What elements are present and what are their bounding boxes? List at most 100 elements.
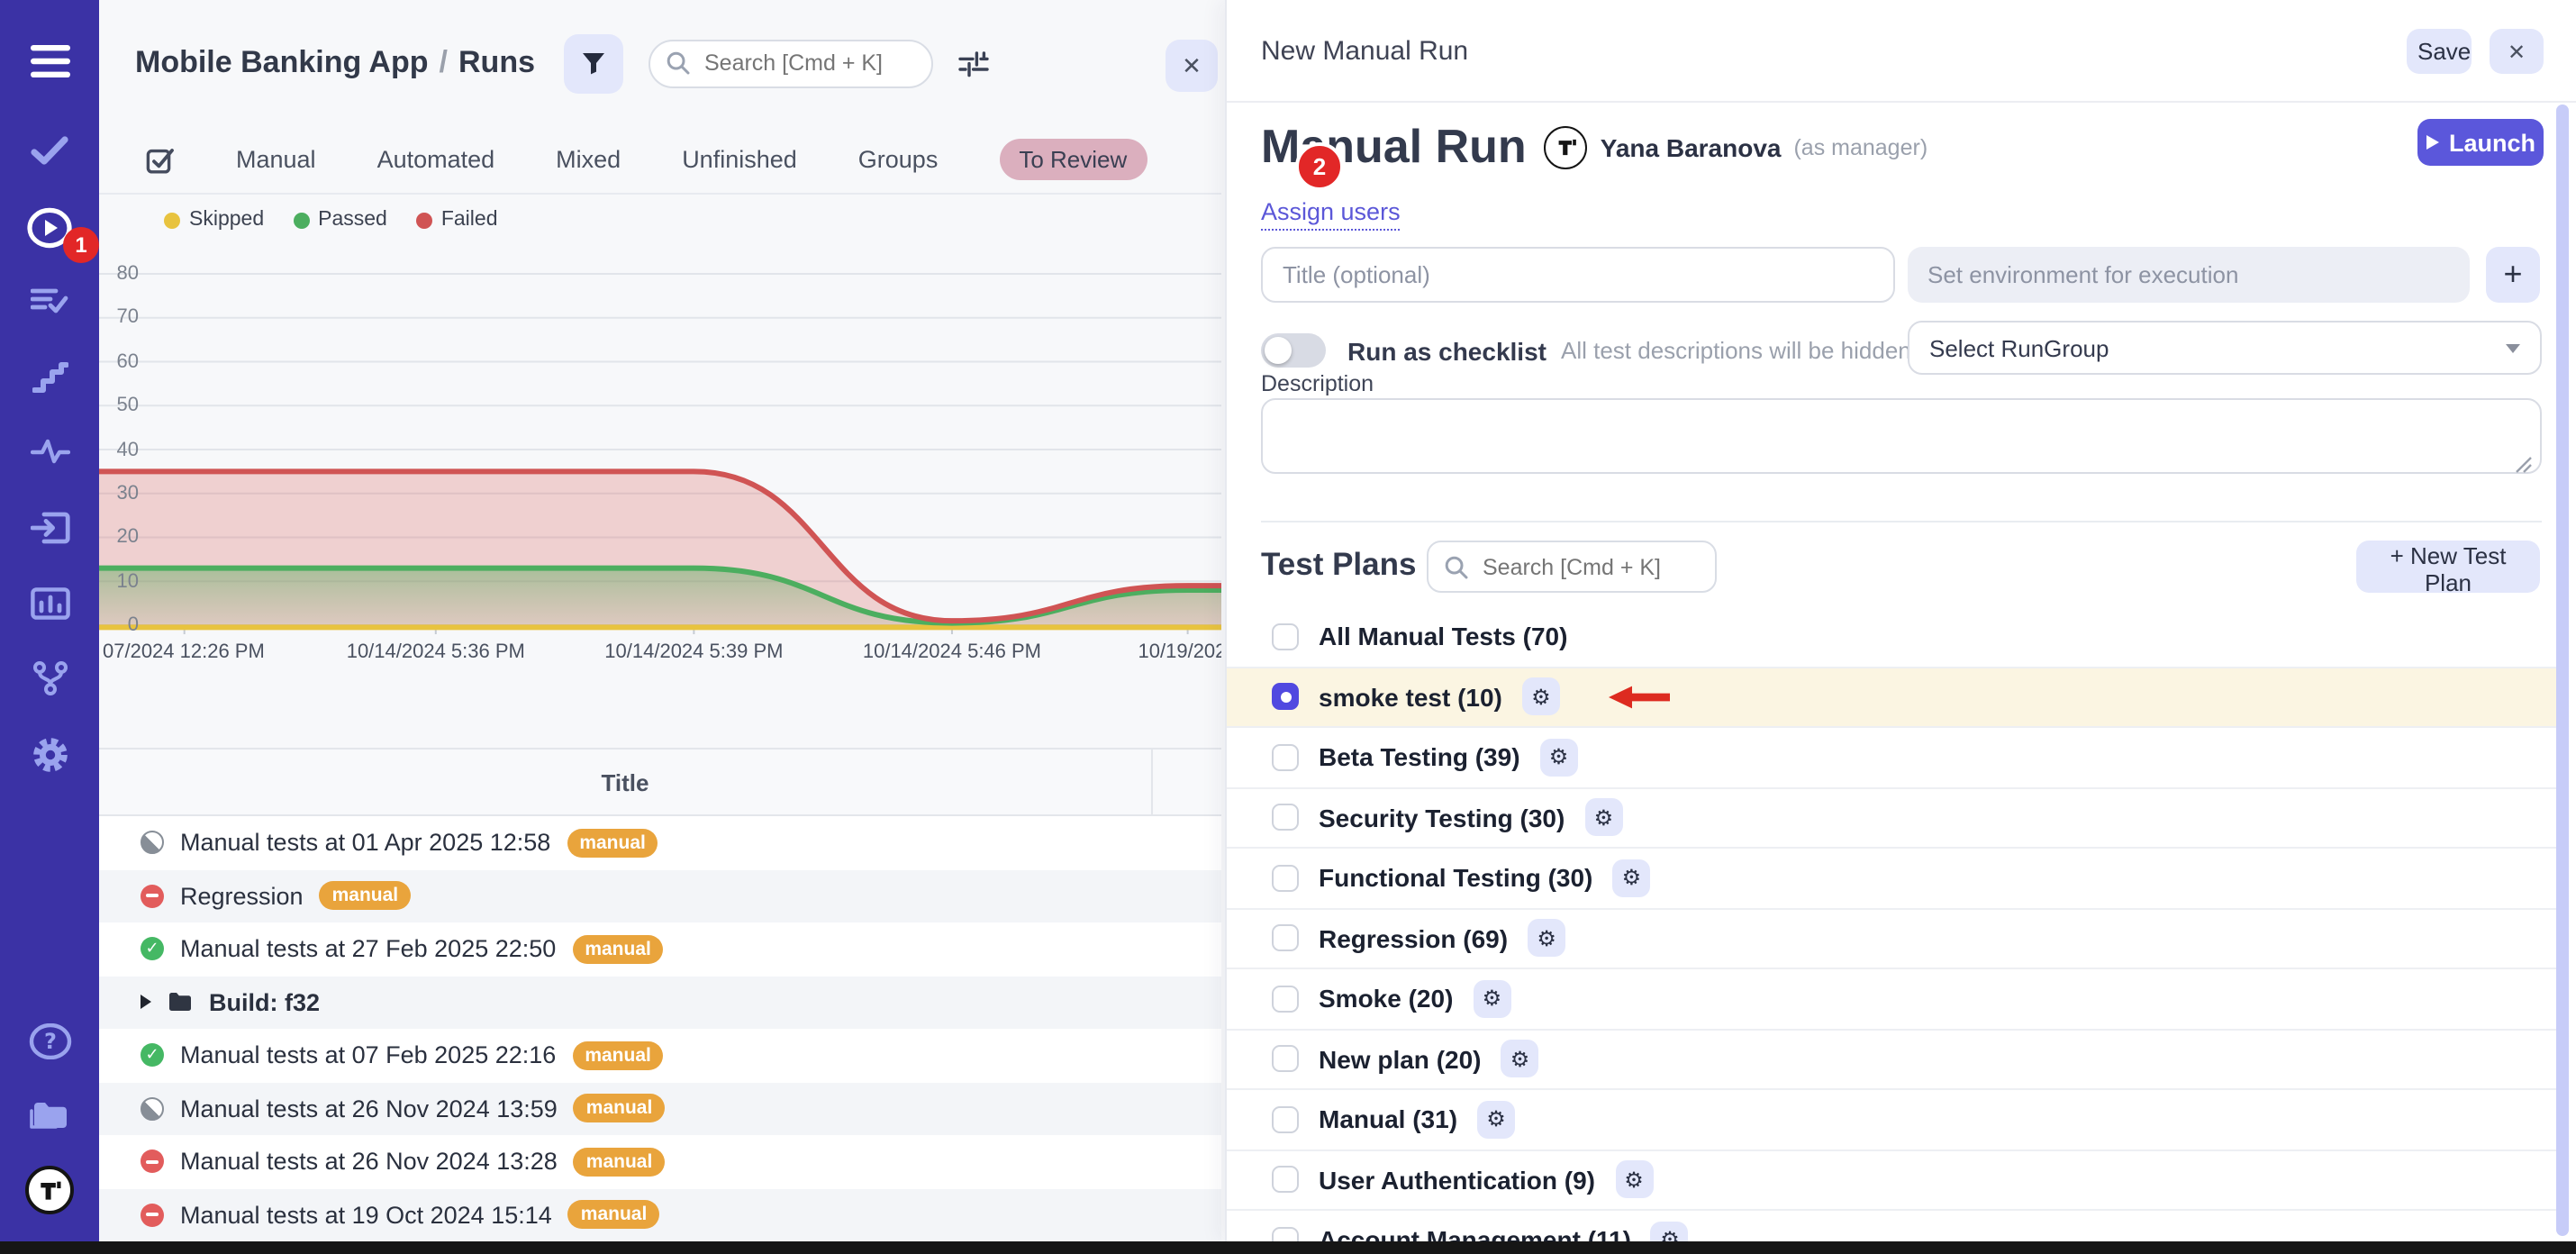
table-row[interactable]: ✓ Manual tests at 27 Feb 2025 22:50 manu… [99, 922, 1221, 976]
plan-settings-button[interactable]: ⚙ [1528, 920, 1565, 958]
sliders-icon [958, 50, 989, 77]
runs-table-header: Title [99, 748, 1221, 816]
run-as-checklist-toggle[interactable] [1261, 333, 1326, 368]
checklist-hint: All test descriptions will be hidden [1561, 337, 1911, 364]
assign-users-link[interactable]: Assign users [1261, 198, 1401, 231]
sidebar: ? [0, 0, 99, 1241]
plan-checkbox[interactable] [1272, 1227, 1299, 1242]
plan-settings-button[interactable]: ⚙ [1477, 1101, 1515, 1139]
divider [1261, 521, 2542, 522]
rungroup-select[interactable]: Select RunGroup [1908, 321, 2542, 375]
sidebar-item-tests[interactable] [0, 124, 99, 175]
plan-checkbox[interactable] [1272, 865, 1299, 892]
run-title: Manual tests at 26 Nov 2024 13:28 [180, 1149, 558, 1176]
stairs-icon [32, 361, 68, 392]
checklist-row: Run as checklist All test descriptions w… [1261, 333, 1911, 368]
sidebar-item-pulse[interactable] [0, 425, 99, 476]
sidebar-item-settings[interactable] [0, 730, 99, 780]
tab-groups[interactable]: Groups [858, 146, 939, 173]
plan-checkbox[interactable] [1272, 925, 1299, 952]
status-progress-icon [141, 831, 164, 855]
legend-dot [416, 212, 432, 228]
plan-checkbox[interactable] [1272, 744, 1299, 771]
runs-search-input[interactable] [649, 39, 933, 87]
save-button[interactable]: Save [2407, 29, 2472, 74]
table-row-folder[interactable]: Build: f32 [99, 976, 1221, 1029]
new-test-plan-button[interactable]: + New Test Plan [2356, 541, 2540, 593]
run-title-input[interactable] [1261, 247, 1895, 303]
table-row[interactable]: ✓ Manual tests at 07 Feb 2025 22:16 manu… [99, 1029, 1221, 1082]
filter-button[interactable] [564, 33, 623, 93]
test-plans-search [1427, 541, 1717, 593]
test-plan-row[interactable]: Security Testing (30) ⚙ [1227, 788, 2563, 849]
breadcrumb-project[interactable]: Mobile Banking App [135, 45, 429, 81]
sidebar-item-menu[interactable] [0, 36, 99, 86]
sidebar-item-analytics[interactable] [0, 578, 99, 629]
launch-button[interactable]: Launch [2417, 119, 2544, 166]
sidebar-item-projects[interactable] [0, 1090, 99, 1140]
test-plan-row[interactable]: Regression (69) ⚙ [1227, 909, 2563, 969]
owner-role: (as manager) [1793, 134, 1927, 159]
plan-checkbox[interactable] [1272, 986, 1299, 1013]
test-plan-row[interactable]: Manual (31) ⚙ [1227, 1090, 2563, 1150]
legend-item-passed: Passed [293, 209, 387, 231]
tab-mixed[interactable]: Mixed [556, 146, 621, 173]
plan-settings-button[interactable]: ⚙ [1615, 1161, 1653, 1199]
plan-settings-button[interactable]: ⚙ [1522, 678, 1560, 716]
sidebar-item-help[interactable]: ? [0, 1016, 99, 1067]
sidebar-item-steps[interactable] [0, 351, 99, 402]
y-tick-label: 60 [99, 351, 139, 373]
table-row[interactable]: Manual tests at 01 Apr 2025 12:58 manual [99, 816, 1221, 869]
drawer-close-button[interactable]: ✕ [2490, 29, 2544, 74]
plan-settings-button[interactable]: ⚙ [1651, 1222, 1689, 1242]
test-plan-row[interactable]: Smoke (20) ⚙ [1227, 969, 2563, 1030]
plan-checkbox[interactable] [1272, 1046, 1299, 1073]
plan-checkbox[interactable] [1272, 1106, 1299, 1133]
sidebar-item-logo[interactable] [0, 1164, 99, 1214]
sidebar-item-branches[interactable] [0, 652, 99, 703]
chevron-down-icon [2506, 343, 2520, 352]
tab-automated[interactable]: Automated [377, 146, 495, 173]
test-plan-row[interactable]: Functional Testing (30) ⚙ [1227, 849, 2563, 909]
folder-icon [29, 1099, 70, 1131]
plan-settings-button[interactable]: ⚙ [1612, 859, 1650, 897]
tab-unfinished[interactable]: Unfinished [682, 146, 797, 173]
table-row[interactable]: Regression manual [99, 869, 1221, 922]
test-plan-row[interactable]: Account Management (11) ⚙ [1227, 1211, 2563, 1241]
test-plan-row[interactable]: New plan (20) ⚙ [1227, 1030, 2563, 1090]
test-plan-row[interactable]: User Authentication (9) ⚙ [1227, 1150, 2563, 1211]
plan-settings-button[interactable]: ⚙ [1501, 1040, 1539, 1078]
plan-checkbox[interactable] [1272, 804, 1299, 831]
plan-settings-button[interactable]: ⚙ [1540, 739, 1578, 777]
tab-manual[interactable]: Manual [236, 146, 316, 173]
test-plans-search-input[interactable] [1427, 541, 1717, 593]
view-settings-button[interactable] [958, 50, 989, 77]
add-environment-button[interactable]: + [2486, 247, 2540, 303]
tab-to-review[interactable]: To Review [999, 139, 1147, 180]
run-type-badge: manual [567, 829, 658, 858]
plan-checkbox[interactable] [1272, 1167, 1299, 1194]
plan-settings-button[interactable]: ⚙ [1584, 799, 1622, 837]
table-row[interactable]: Manual tests at 26 Nov 2024 13:59 manual [99, 1082, 1221, 1135]
table-row[interactable]: Manual tests at 26 Nov 2024 13:28 manual [99, 1135, 1221, 1188]
testomat-logo [25, 1165, 74, 1213]
description-textarea[interactable] [1261, 398, 2542, 474]
gear-icon [28, 733, 71, 777]
caret-right-icon[interactable] [141, 995, 151, 1010]
plan-checkbox[interactable] [1272, 623, 1299, 650]
select-all-icon[interactable] [146, 145, 175, 174]
plan-checkbox[interactable] [1272, 684, 1299, 711]
column-header-title[interactable]: Title [99, 750, 1153, 814]
vertical-scrollbar[interactable] [2556, 104, 2569, 1236]
plan-name: User Authentication (9) [1319, 1166, 1595, 1195]
test-plan-row[interactable]: smoke test (10) ⚙ [1227, 668, 2563, 728]
plan-settings-button[interactable]: ⚙ [1473, 980, 1510, 1018]
test-plan-row[interactable]: Beta Testing (39) ⚙ [1227, 728, 2563, 788]
y-tick-label: 70 [99, 307, 139, 329]
table-row[interactable]: Manual tests at 19 Oct 2024 15:14 manual [99, 1188, 1221, 1241]
sidebar-item-import[interactable] [0, 503, 99, 553]
sidebar-item-plans[interactable] [0, 276, 99, 326]
test-plan-row[interactable]: All Manual Tests (70) [1227, 607, 2563, 668]
runs-panel-close-button[interactable]: ✕ [1166, 40, 1218, 92]
environment-input[interactable] [1908, 247, 2470, 303]
